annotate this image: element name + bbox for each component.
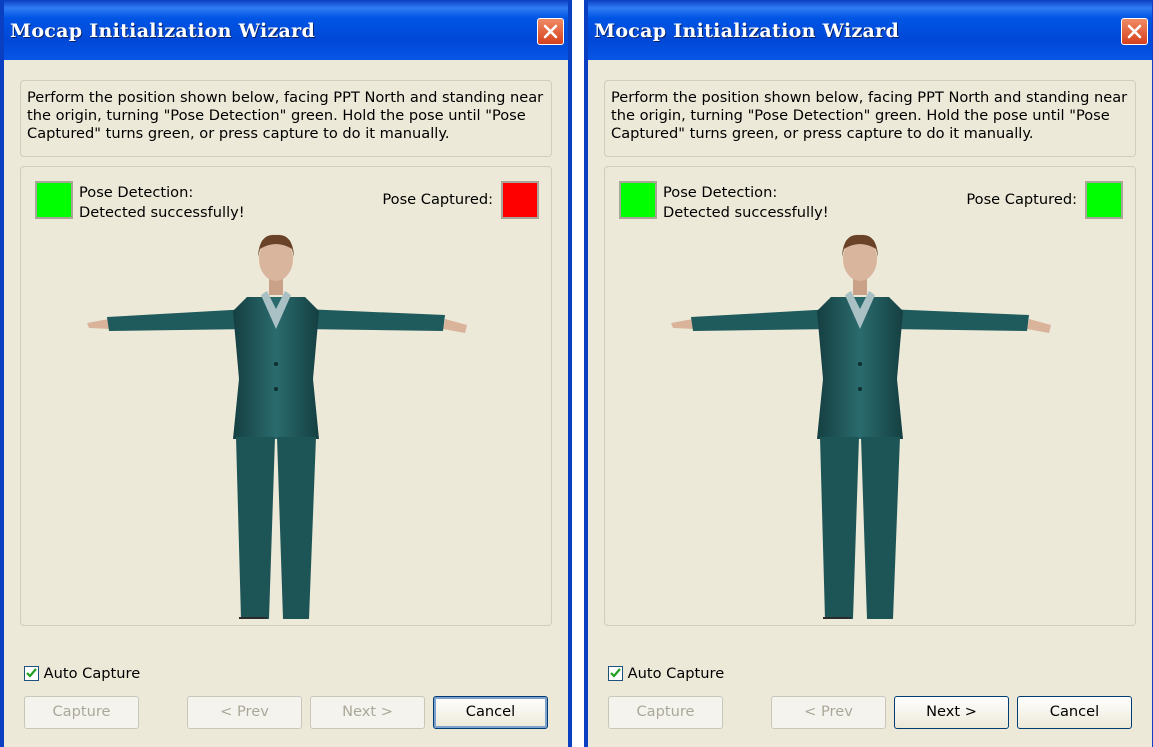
prev-button[interactable]: < Prev [187, 696, 302, 729]
pose-detection-status: Detected successfully! [663, 204, 829, 221]
checkmark-icon [610, 668, 621, 678]
auto-capture-row: Auto Capture [608, 665, 724, 682]
cancel-button[interactable]: Cancel [1017, 696, 1132, 729]
close-button[interactable] [537, 18, 564, 45]
pose-captured-label: Pose Captured: [966, 191, 1077, 208]
cancel-button[interactable]: Cancel [433, 696, 548, 729]
wizard-window-before-capture: Mocap Initialization Wizard Perform the … [0, 0, 572, 747]
capture-button[interactable]: Capture [608, 696, 723, 729]
title-bar[interactable]: Mocap Initialization Wizard [588, 0, 1152, 60]
pose-panel: Pose Detection: Detected successfully! P… [20, 166, 552, 626]
title-bar[interactable]: Mocap Initialization Wizard [4, 0, 568, 60]
wizard-window-after-capture: Mocap Initialization Wizard Perform the … [584, 0, 1153, 747]
pose-detection-label: Pose Detection: [79, 184, 194, 201]
pose-detection-status: Detected successfully! [79, 204, 245, 221]
t-pose-figure [671, 234, 1051, 619]
pose-detection-label-group: Pose Detection: Detected successfully! [79, 183, 245, 223]
close-button[interactable] [1121, 18, 1148, 45]
close-icon [543, 24, 558, 39]
pose-detection-label: Pose Detection: [663, 184, 778, 201]
pose-detection-indicator [35, 181, 73, 219]
pose-detection-indicator [619, 181, 657, 219]
auto-capture-label: Auto Capture [627, 665, 725, 682]
auto-capture-label: Auto Capture [43, 665, 141, 682]
window-title: Mocap Initialization Wizard [594, 20, 900, 42]
next-button[interactable]: Next > [310, 696, 425, 729]
pose-captured-indicator [1085, 181, 1123, 219]
t-pose-figure [87, 234, 467, 619]
next-button[interactable]: Next > [894, 696, 1009, 729]
auto-capture-row: Auto Capture [24, 665, 140, 682]
instruction-text: Perform the position shown below, facing… [604, 80, 1136, 157]
pose-panel: Pose Detection: Detected successfully! P… [604, 166, 1136, 626]
auto-capture-checkbox[interactable] [24, 666, 39, 681]
capture-button[interactable]: Capture [24, 696, 139, 729]
pose-captured-indicator [501, 181, 539, 219]
checkmark-icon [26, 668, 37, 678]
close-icon [1127, 24, 1142, 39]
window-title: Mocap Initialization Wizard [10, 20, 316, 42]
pose-detection-label-group: Pose Detection: Detected successfully! [663, 183, 829, 223]
auto-capture-checkbox[interactable] [608, 666, 623, 681]
prev-button[interactable]: < Prev [771, 696, 886, 729]
instruction-text: Perform the position shown below, facing… [20, 80, 552, 157]
pose-captured-label: Pose Captured: [382, 191, 493, 208]
